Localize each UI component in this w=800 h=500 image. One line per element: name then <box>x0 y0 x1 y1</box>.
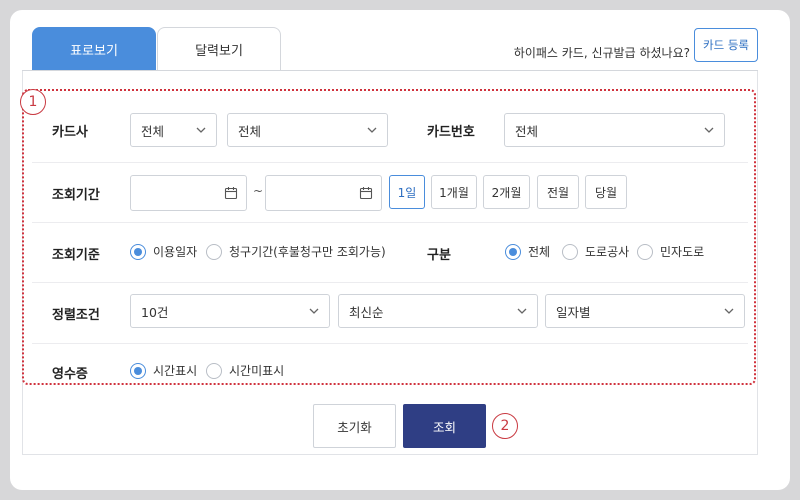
receipt-show-time-radio[interactable]: 시간표시 <box>130 362 197 379</box>
start-date-field[interactable] <box>130 175 247 211</box>
category-private-road-radio[interactable]: 민자도로 <box>637 243 704 260</box>
radio-unchecked-icon <box>562 243 578 260</box>
card-number-select-value: 전체 <box>515 123 539 139</box>
card-company-select-value: 전체 <box>141 123 165 139</box>
callout-2: 2 <box>492 413 518 439</box>
card-company-detail-select[interactable]: 전체 <box>227 113 388 147</box>
receipt-show-time-label: 시간표시 <box>153 364 198 378</box>
radio-unchecked-icon <box>206 243 222 260</box>
tab-calendar-view[interactable]: 달력보기 <box>157 27 281 71</box>
new-card-notice: 하이패스 카드, 신규발급 하셨나요? <box>513 46 690 60</box>
row-divider <box>32 282 748 283</box>
chevron-down-icon <box>309 308 319 314</box>
card-company-detail-select-value: 전체 <box>238 123 262 139</box>
card-company-label: 카드사 <box>52 125 88 140</box>
period-1day-button[interactable]: 1일 <box>389 175 425 209</box>
receipt-label: 영수증 <box>52 367 88 382</box>
card-register-button[interactable]: 카드 등록 <box>694 28 758 62</box>
calendar-icon[interactable] <box>224 186 238 200</box>
category-all-label: 전체 <box>528 245 551 259</box>
radio-checked-icon <box>130 243 146 260</box>
category-expressway-radio[interactable]: 도로공사 <box>562 243 629 260</box>
chevron-down-icon <box>367 127 377 133</box>
category-all-radio[interactable]: 전체 <box>505 243 550 260</box>
row-divider <box>32 343 748 344</box>
category-private-road-label: 민자도로 <box>660 245 705 259</box>
radio-checked-icon <box>130 362 146 379</box>
category-expressway-label: 도로공사 <box>585 245 630 259</box>
row-divider <box>32 162 748 163</box>
radio-unchecked-icon <box>637 243 653 260</box>
period-label: 조회기간 <box>52 188 100 203</box>
card-company-select[interactable]: 전체 <box>130 113 217 147</box>
category-label: 구분 <box>427 248 451 263</box>
sort-grouping-select[interactable]: 일자별 <box>545 294 745 328</box>
card-number-select[interactable]: 전체 <box>504 113 725 147</box>
chevron-down-icon <box>724 308 734 314</box>
criteria-billing-period-label: 청구기간(후불청구만 조회가능) <box>229 245 386 259</box>
search-button[interactable]: 조회 <box>403 404 486 448</box>
row-divider <box>32 222 748 223</box>
receipt-hide-time-label: 시간미표시 <box>229 364 285 378</box>
sort-label: 정렬조건 <box>52 308 100 323</box>
criteria-usage-date-radio[interactable]: 이용일자 <box>130 243 197 260</box>
sort-order-select[interactable]: 최신순 <box>338 294 538 328</box>
calendar-icon[interactable] <box>359 186 373 200</box>
reset-button[interactable]: 초기화 <box>313 404 396 448</box>
period-2month-button[interactable]: 2개월 <box>483 175 530 209</box>
sort-count-value: 10건 <box>141 304 169 320</box>
tab-table-view[interactable]: 표로보기 <box>32 27 156 71</box>
chevron-down-icon <box>517 308 527 314</box>
chevron-down-icon <box>196 127 206 133</box>
callout-1: 1 <box>20 89 46 115</box>
date-range-separator: ~ <box>253 184 264 198</box>
end-date-field[interactable] <box>265 175 382 211</box>
sort-grouping-value: 일자별 <box>556 304 591 320</box>
criteria-usage-date-label: 이용일자 <box>153 245 198 259</box>
criteria-label: 조회기준 <box>52 248 100 263</box>
period-this-month-button[interactable]: 당월 <box>585 175 627 209</box>
radio-checked-icon <box>505 243 521 260</box>
sort-count-select[interactable]: 10건 <box>130 294 330 328</box>
criteria-billing-period-radio[interactable]: 청구기간(후불청구만 조회가능) <box>206 243 386 260</box>
sort-order-value: 최신순 <box>349 304 384 320</box>
receipt-hide-time-radio[interactable]: 시간미표시 <box>206 362 284 379</box>
chevron-down-icon <box>704 127 714 133</box>
card-number-label: 카드번호 <box>427 125 475 140</box>
period-1month-button[interactable]: 1개월 <box>431 175 477 209</box>
period-prev-month-button[interactable]: 전월 <box>537 175 579 209</box>
radio-unchecked-icon <box>206 362 222 379</box>
